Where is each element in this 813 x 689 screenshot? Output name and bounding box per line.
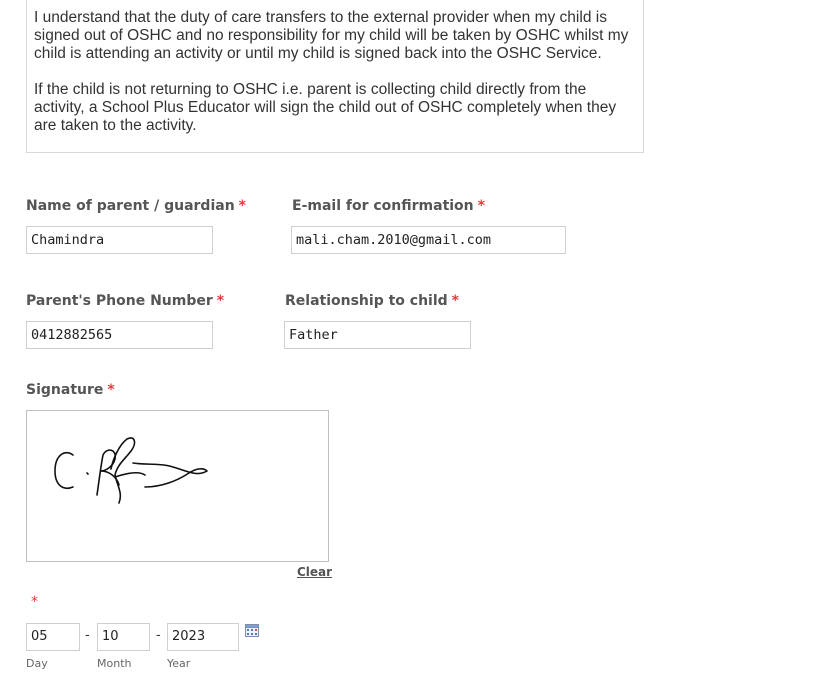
relationship-input[interactable]: Father <box>284 321 471 349</box>
month-input[interactable]: 10 <box>97 623 150 651</box>
terms-text-box[interactable]: I understand that the duty of care trans… <box>26 0 644 153</box>
date-separator: - <box>85 628 90 643</box>
email-input[interactable]: mali.cham.2010@gmail.com <box>291 226 566 254</box>
calendar-icon[interactable] <box>245 624 259 637</box>
year-input[interactable]: 2023 <box>167 623 239 651</box>
parent-name-input[interactable]: Chamindra <box>26 226 213 254</box>
phone-input[interactable]: 0412882565 <box>26 321 213 349</box>
signature-pad[interactable] <box>26 410 329 562</box>
month-sublabel: Month <box>97 657 132 670</box>
required-marker: * <box>238 198 246 214</box>
day-input[interactable]: 05 <box>26 623 80 651</box>
terms-paragraph-1: I understand that the duty of care trans… <box>34 9 629 62</box>
clear-signature-link[interactable]: Clear <box>297 565 332 579</box>
year-sublabel: Year <box>167 657 191 670</box>
required-marker: * <box>451 293 459 309</box>
relationship-label: Relationship to child * <box>285 293 459 309</box>
required-marker: * <box>477 198 485 214</box>
required-marker: * <box>216 293 225 309</box>
date-separator: - <box>156 628 161 643</box>
terms-paragraph-2: If the child is not returning to OSHC i.… <box>34 81 617 134</box>
day-sublabel: Day <box>26 657 48 670</box>
email-label: E-mail for confirmation * <box>292 198 485 214</box>
signature-label: Signature * <box>26 382 115 398</box>
date-required-marker: * <box>31 594 38 610</box>
phone-label: Parent's Phone Number * <box>26 293 225 309</box>
required-marker: * <box>107 382 115 398</box>
parent-name-label: Name of parent / guardian * <box>26 198 246 214</box>
signature-drawing <box>54 437 208 504</box>
